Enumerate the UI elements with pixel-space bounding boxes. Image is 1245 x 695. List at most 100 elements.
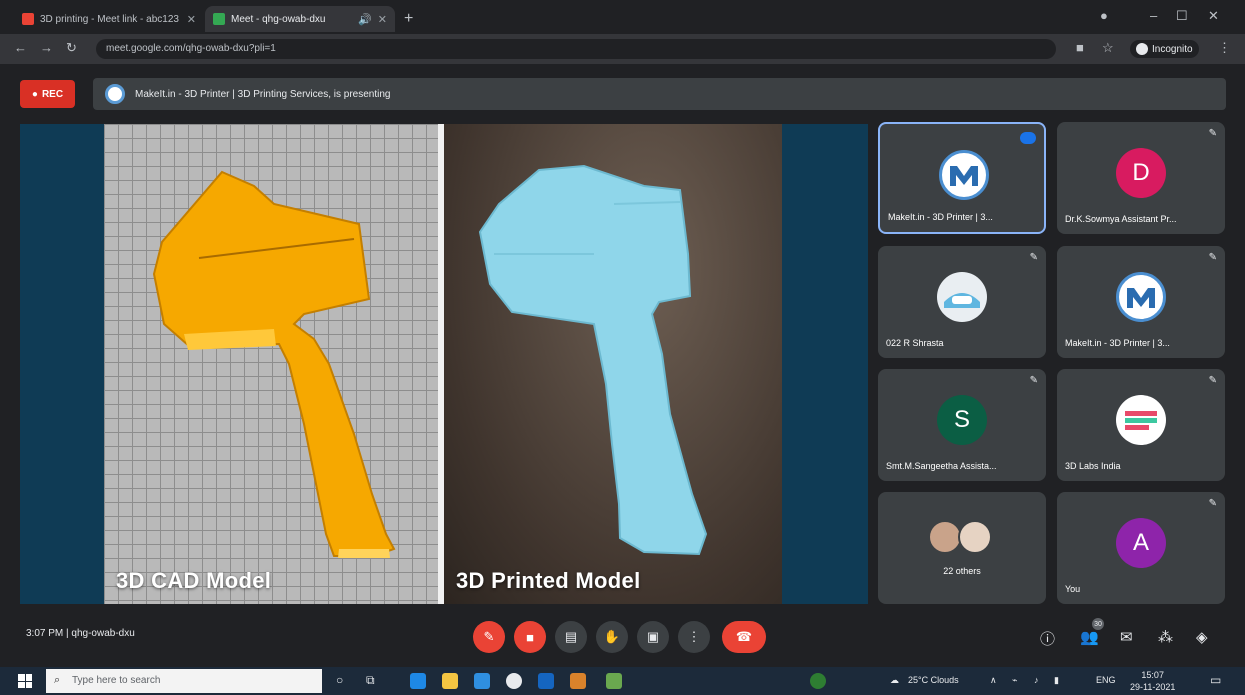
dropbox-icon[interactable] (474, 673, 490, 689)
cortana-icon[interactable]: ○ (336, 673, 343, 687)
close-tab-icon[interactable]: ✕ (378, 13, 387, 26)
tray-overflow-icon[interactable]: ∧ (990, 675, 997, 686)
menu-kebab-icon[interactable]: ⋮ (1218, 40, 1231, 56)
camera-indicator-icon[interactable]: ■ (1076, 40, 1084, 55)
search-icon: ⌕ (54, 674, 61, 686)
participant-tile-others[interactable]: 22 others (878, 492, 1046, 604)
browser-tab-bar: 3D printing - Meet link - abc123 ✕ Meet … (0, 0, 1245, 34)
participant-tile[interactable]: ✎ 022 R Shrasta (878, 246, 1046, 358)
minimize-icon[interactable]: – (1150, 8, 1157, 23)
hand-icon: ✋ (603, 629, 621, 644)
chrome-icon[interactable] (506, 673, 522, 689)
tab-label: 3D printing - Meet link - abc123 (40, 13, 179, 25)
more-options-button[interactable]: ⋮ (678, 621, 710, 653)
bookmark-star-icon[interactable]: ☆ (1102, 40, 1114, 56)
mail-icon[interactable] (538, 673, 554, 689)
avatar-letter: D (1116, 148, 1166, 198)
browser-tab-active[interactable]: Meet - qhg-owab-dxu 🔊 ✕ (205, 6, 395, 32)
network-icon[interactable]: ⌁ (1012, 675, 1017, 686)
participant-name: 3D Labs India (1065, 461, 1121, 471)
close-window-icon[interactable]: ✕ (1208, 8, 1219, 24)
forward-icon[interactable]: → (40, 40, 53, 55)
hang-up-icon: ☎ (735, 629, 753, 644)
meeting-code: qhg-owab-dxu (71, 628, 135, 639)
windows-taskbar: ⌕ Type here to search ○ ⧉ ☁ 25°C Clouds … (0, 667, 1245, 695)
info-icon[interactable]: ⓘ (1040, 628, 1055, 649)
activities-icon[interactable]: ⁂ (1158, 628, 1173, 646)
caption-cad-model: 3D CAD Model (116, 568, 272, 593)
captions-button[interactable]: ▤ (555, 621, 587, 653)
presenting-text: MakeIt.in - 3D Printer | 3D Printing Ser… (135, 88, 391, 100)
browser-tab[interactable]: 3D printing - Meet link - abc123 ✕ (14, 6, 204, 32)
reload-icon[interactable]: ↻ (66, 40, 77, 56)
participant-tile[interactable]: ✎ MakeIt.in - 3D Printer | 3... (1057, 246, 1225, 358)
app-icon[interactable] (570, 673, 586, 689)
new-tab-icon[interactable]: + (404, 10, 413, 28)
incognito-icon (1136, 43, 1148, 55)
present-icon: ▣ (646, 629, 660, 644)
profile-button[interactable]: Incognito (1130, 40, 1199, 58)
edge-icon[interactable] (410, 673, 426, 689)
meeting-info: 3:07 PM | qhg-owab-dxu (26, 628, 135, 639)
mic-off-icon: ✎ (1029, 375, 1038, 386)
mic-off-icon: ✎ (1208, 375, 1217, 386)
taskbar-search-box[interactable]: ⌕ Type here to search (46, 669, 322, 693)
audio-icon[interactable]: 🔊 (358, 13, 372, 26)
weather-icon[interactable]: ☁ (890, 675, 899, 686)
mic-off-icon: ✎ (1208, 498, 1217, 509)
language-indicator[interactable]: ENG (1096, 675, 1116, 685)
printed-model-panel (444, 124, 782, 604)
participant-tile[interactable]: ✎ 3D Labs India (1057, 369, 1225, 481)
task-view-icon[interactable]: ⧉ (366, 673, 375, 688)
camera-off-icon: ■ (526, 629, 534, 645)
app-icon[interactable] (606, 673, 622, 689)
mic-toggle-button[interactable]: ✎ (473, 621, 505, 653)
others-avatar-1 (928, 520, 962, 554)
others-count: 22 others (943, 566, 981, 576)
tray-app-icon[interactable] (810, 673, 826, 689)
participant-tile[interactable]: ✎ D Dr.K.Sowmya Assistant Pr... (1057, 122, 1225, 234)
presentation-stage: 3D CAD Model 3D Printed Model (20, 124, 868, 604)
participant-name: 022 R Shrasta (886, 338, 944, 348)
caption-printed-model: 3D Printed Model (456, 568, 641, 593)
participant-tile[interactable]: MakeIt.in - 3D Printer | 3... (878, 122, 1046, 234)
url-field[interactable]: meet.google.com/qhg-owab-dxu?pli=1 (96, 39, 1056, 59)
mic-off-icon: ✎ (483, 629, 495, 644)
leave-call-button[interactable]: ☎ (722, 621, 766, 653)
close-tab-icon[interactable]: ✕ (187, 13, 196, 26)
people-icon[interactable]: 👥 (1080, 628, 1099, 646)
participant-name: Dr.K.Sowmya Assistant Pr... (1065, 214, 1177, 224)
makeit-logo-avatar (1116, 272, 1166, 322)
extensions-icon[interactable]: ● (1100, 8, 1108, 23)
tab-favicon-icon (22, 13, 34, 25)
mic-off-icon: ✎ (1208, 252, 1217, 263)
3dlabs-logo-avatar (1116, 395, 1166, 445)
chat-icon[interactable]: ✉ (1120, 628, 1133, 646)
participant-photo-avatar (937, 272, 987, 322)
battery-icon[interactable]: ▮ (1054, 675, 1059, 686)
captions-icon: ▤ (564, 629, 578, 644)
back-icon[interactable]: ← (14, 40, 27, 55)
host-controls-icon[interactable]: ◈ (1196, 628, 1208, 646)
profile-label: Incognito (1152, 43, 1193, 55)
meet-favicon-icon (213, 13, 225, 25)
present-button[interactable]: ▣ (637, 621, 669, 653)
camera-toggle-button[interactable]: ■ (514, 621, 546, 653)
file-explorer-icon[interactable] (442, 673, 458, 689)
participant-tile-self[interactable]: ✎ A You (1057, 492, 1225, 604)
windows-start-icon[interactable] (18, 674, 32, 688)
participant-name: You (1065, 584, 1081, 594)
weather-text[interactable]: 25°C Clouds (908, 675, 959, 685)
participant-tile[interactable]: ✎ S Smt.M.Sangeetha Assista... (878, 369, 1046, 481)
mic-off-icon: ✎ (1029, 252, 1038, 263)
maximize-icon[interactable]: ☐ (1176, 8, 1188, 24)
search-placeholder: Type here to search (72, 675, 161, 686)
printed-model-image (478, 164, 708, 556)
notifications-icon[interactable]: ▭ (1210, 673, 1221, 687)
more-vert-icon: ⋮ (687, 629, 701, 644)
raise-hand-button[interactable]: ✋ (596, 621, 628, 653)
presenter-avatar (105, 84, 125, 104)
system-clock[interactable]: 15:07 29-11-2021 (1130, 669, 1175, 693)
volume-icon[interactable]: ♪ (1034, 675, 1039, 685)
meeting-time: 3:07 PM (26, 628, 64, 639)
